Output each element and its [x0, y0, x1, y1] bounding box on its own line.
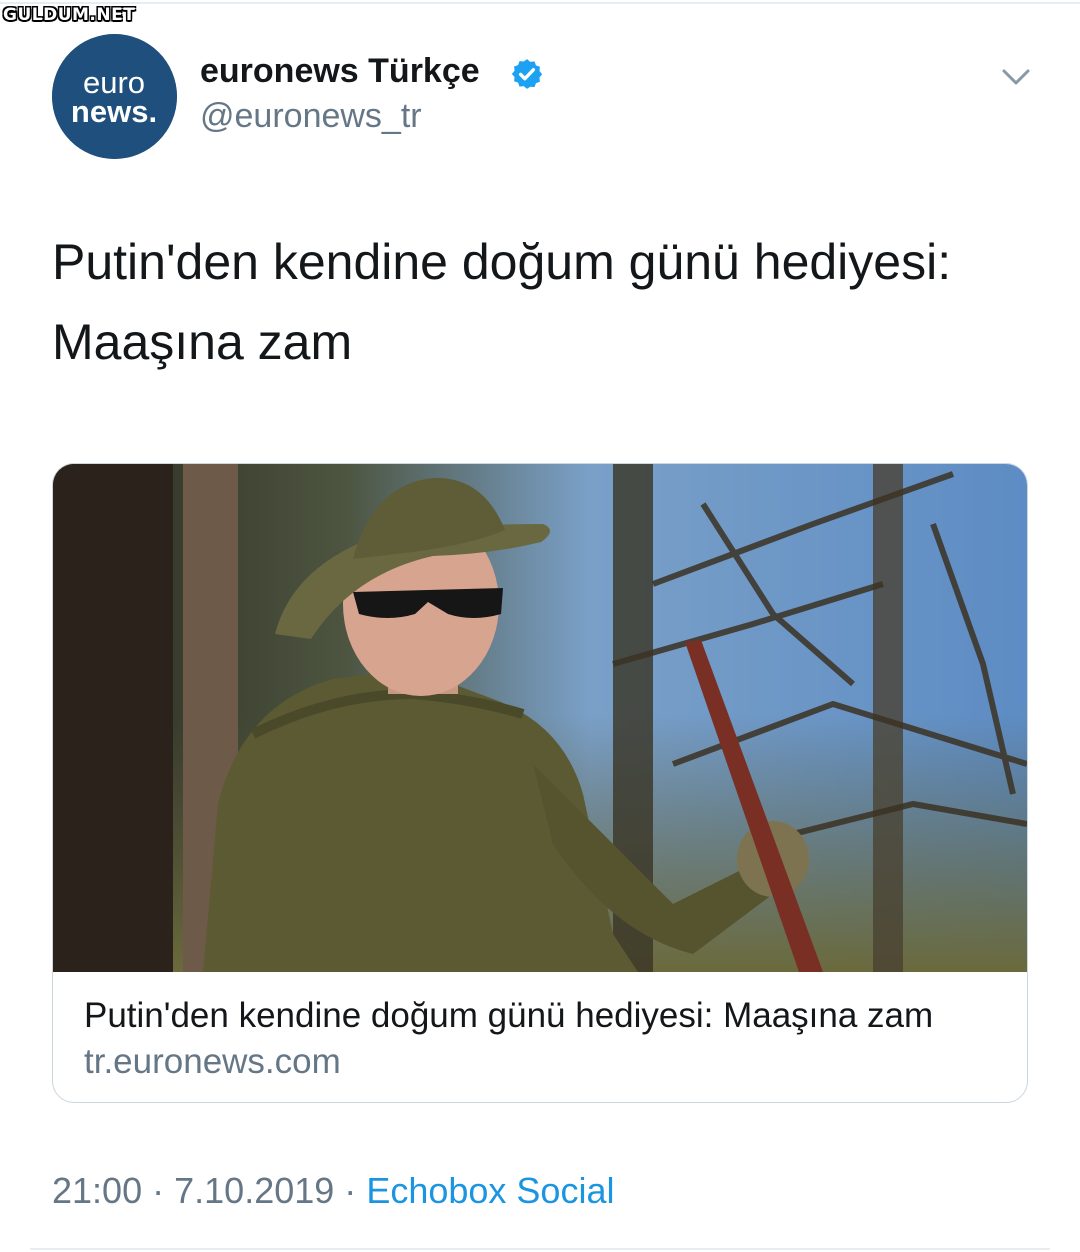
tweet-time[interactable]: 21:00: [52, 1170, 142, 1211]
top-divider: [0, 2, 1080, 4]
tweet-meta: 21:00 · 7.10.2019 · Echobox Social: [52, 1170, 614, 1212]
avatar[interactable]: euro news.: [52, 34, 177, 159]
card-domain[interactable]: tr.euronews.com: [84, 1042, 341, 1082]
link-preview-card[interactable]: Putin'den kendine doğum günü hediyesi: M…: [52, 463, 1028, 1103]
tweet-date[interactable]: 7.10.2019: [174, 1170, 334, 1211]
tweet-text-line: Maaşına zam: [52, 314, 353, 370]
avatar-text-bottom: news.: [71, 94, 157, 129]
meta-separator: ·: [344, 1170, 357, 1211]
tweet-text: Putin'den kendine doğum günü hediyesi: M…: [52, 222, 1042, 382]
display-name[interactable]: euronews Türkçe: [200, 52, 480, 91]
card-title[interactable]: Putin'den kendine doğum günü hediyesi: M…: [84, 996, 933, 1036]
bottom-divider: [30, 1248, 1050, 1250]
tweet-source-link[interactable]: Echobox Social: [366, 1170, 614, 1211]
verified-badge-icon: [511, 59, 543, 89]
meta-separator: ·: [152, 1170, 165, 1211]
watermark-logo: GULDUM.NET: [3, 5, 136, 25]
chevron-down-icon[interactable]: [1000, 66, 1032, 88]
account-handle[interactable]: @euronews_tr: [200, 97, 422, 136]
tweet-text-line: Putin'den kendine doğum günü hediyesi:: [52, 234, 952, 290]
card-photo[interactable]: [53, 464, 1027, 972]
